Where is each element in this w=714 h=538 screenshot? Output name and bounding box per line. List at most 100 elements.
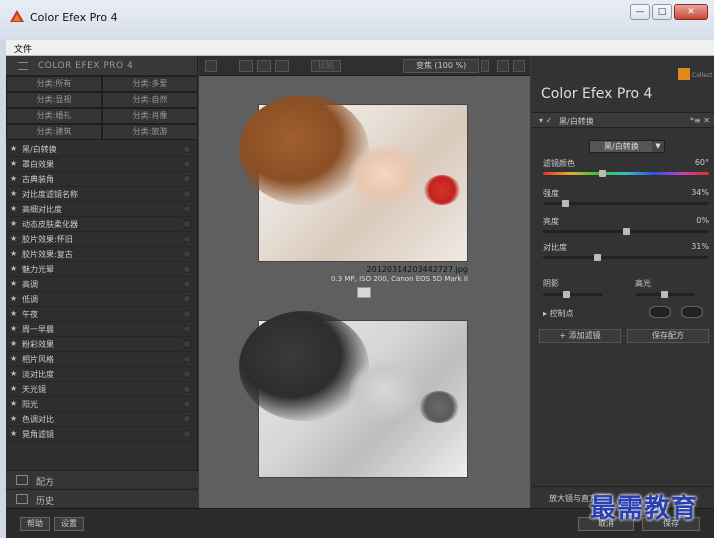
favorite-star-icon[interactable]: ★ [10, 234, 17, 243]
filter-preview-dot-icon[interactable] [183, 355, 191, 363]
favorite-star-icon[interactable]: ★ [10, 324, 17, 333]
filter-preview-dot-icon[interactable] [183, 175, 191, 183]
filter-preview-dot-icon[interactable] [183, 235, 191, 243]
minimize-button[interactable]: — [630, 4, 650, 20]
filter-preview-dot-icon[interactable] [183, 385, 191, 393]
filter-header[interactable]: ▾ ✓ 黑/白转换 *≡ ✕ [531, 112, 714, 128]
menu-file[interactable]: 文件 [14, 42, 32, 55]
filter-preview-dot-icon[interactable] [183, 340, 191, 348]
category-wedding[interactable]: 分类:婚礼 [6, 108, 102, 124]
compare-button[interactable]: 比较 [311, 60, 341, 72]
filter-item[interactable]: ★ 胶片效果:复古 [6, 247, 197, 262]
filter-preview-dot-icon[interactable] [183, 250, 191, 258]
favorite-star-icon[interactable]: ★ [10, 159, 17, 168]
maximize-button[interactable]: □ [652, 4, 672, 20]
filter-preview-dot-icon[interactable] [183, 280, 191, 288]
favorite-star-icon[interactable]: ★ [10, 414, 17, 423]
filter-preview-dot-icon[interactable] [183, 370, 191, 378]
category-visual[interactable]: 分类:显视 [6, 92, 102, 108]
param-slider[interactable] [543, 200, 709, 207]
favorite-star-icon[interactable]: ★ [10, 369, 17, 378]
remove-control-point-button[interactable] [681, 306, 703, 318]
filter-item[interactable]: ★ 罩白效果 [6, 157, 197, 172]
highlights-knob[interactable] [661, 291, 668, 298]
favorite-star-icon[interactable]: ★ [10, 144, 17, 153]
category-portrait[interactable]: 分类:肖像 [102, 108, 198, 124]
filter-item[interactable]: ★ 周一早晨 [6, 322, 197, 337]
history-section[interactable]: 历史 [6, 489, 198, 507]
param-slider-knob[interactable] [594, 254, 601, 261]
compare-toggle-icon[interactable] [357, 287, 371, 298]
param-slider[interactable] [543, 170, 709, 177]
param-slider-knob[interactable] [623, 228, 630, 235]
category-all[interactable]: 分类:所有 [6, 76, 102, 92]
filter-item[interactable]: ★ 午夜 [6, 307, 197, 322]
favorite-star-icon[interactable]: ★ [10, 384, 17, 393]
recipes-section[interactable]: 配方 [6, 470, 198, 488]
highlights-slider[interactable] [635, 291, 695, 298]
favorite-star-icon[interactable]: ★ [10, 189, 17, 198]
favorite-star-icon[interactable]: ★ [10, 249, 17, 258]
zoom-dropdown-icon[interactable] [481, 60, 489, 72]
param-slider-knob[interactable] [599, 170, 606, 177]
filter-item[interactable]: ★ 阳光 [6, 397, 197, 412]
param-slider[interactable] [543, 254, 709, 261]
control-points-row[interactable]: ▸ 控制点 [543, 308, 574, 319]
filter-preview-dot-icon[interactable] [183, 205, 191, 213]
filter-item[interactable]: ★ 对比度滤镜名称 [6, 187, 197, 202]
shadows-slider[interactable] [543, 291, 603, 298]
filter-item[interactable]: ★ 淡对比度 [6, 367, 197, 382]
favorite-star-icon[interactable]: ★ [10, 174, 17, 183]
filter-preview-dot-icon[interactable] [183, 160, 191, 168]
category-favorites[interactable]: 分类:多爱 [102, 76, 198, 92]
filter-preview-dot-icon[interactable] [183, 190, 191, 198]
save-recipe-button[interactable]: 保存配方 [627, 329, 709, 343]
add-control-point-button[interactable] [649, 306, 671, 318]
zoom-select[interactable]: 变焦 (100 %) [403, 59, 479, 73]
favorite-star-icon[interactable]: ★ [10, 294, 17, 303]
filter-collapse-check-icon[interactable]: ▾ ✓ [539, 116, 552, 125]
filter-preview-dot-icon[interactable] [183, 415, 191, 423]
filter-item[interactable]: ★ 高调 [6, 277, 197, 292]
category-architecture[interactable]: 分类:建筑 [6, 124, 102, 140]
browse-icon[interactable] [205, 60, 217, 72]
filter-item[interactable]: ★ 粉彩效果 [6, 337, 197, 352]
filter-item[interactable]: ★ 相片风格 [6, 352, 197, 367]
filter-preview-dot-icon[interactable] [183, 430, 191, 438]
param-slider-knob[interactable] [562, 200, 569, 207]
filter-item[interactable]: ★ 低调 [6, 292, 197, 307]
help-button[interactable]: 帮助 [20, 517, 50, 531]
favorite-star-icon[interactable]: ★ [10, 279, 17, 288]
filter-item[interactable]: ★ 动态皮肤柔化器 [6, 217, 197, 232]
filter-item[interactable]: ★ 晃角滤镜 [6, 427, 197, 442]
background-color-icon[interactable] [497, 60, 509, 72]
method-dropdown[interactable]: 黑/白转换 ▼ [589, 140, 665, 153]
favorite-star-icon[interactable]: ★ [10, 204, 17, 213]
filter-item[interactable]: ★ 色调对比 [6, 412, 197, 427]
category-travel[interactable]: 分类:旅游 [102, 124, 198, 140]
favorite-star-icon[interactable]: ★ [10, 429, 17, 438]
list-icon[interactable] [18, 62, 28, 70]
filter-item[interactable]: ★ 黑/白转换 [6, 142, 197, 157]
filter-menu-close-icon[interactable]: *≡ ✕ [690, 116, 710, 125]
filter-preview-dot-icon[interactable] [183, 310, 191, 318]
loupe-icon[interactable] [513, 60, 525, 72]
single-view-icon[interactable] [239, 60, 253, 72]
param-slider[interactable] [543, 228, 709, 235]
filter-item[interactable]: ★ 高细对比度 [6, 202, 197, 217]
favorite-star-icon[interactable]: ★ [10, 339, 17, 348]
filter-preview-dot-icon[interactable] [183, 145, 191, 153]
side-by-side-view-icon[interactable] [275, 60, 289, 72]
shadows-knob[interactable] [563, 291, 570, 298]
favorite-star-icon[interactable]: ★ [10, 309, 17, 318]
filter-preview-dot-icon[interactable] [183, 325, 191, 333]
add-filter-button[interactable]: + 添加滤镜 [539, 329, 621, 343]
category-nature[interactable]: 分类:自然 [102, 92, 198, 108]
filter-preview-dot-icon[interactable] [183, 400, 191, 408]
favorite-star-icon[interactable]: ★ [10, 219, 17, 228]
filter-item[interactable]: ★ 天光镜 [6, 382, 197, 397]
favorite-star-icon[interactable]: ★ [10, 399, 17, 408]
close-button[interactable]: ✕ [674, 4, 708, 20]
filter-preview-dot-icon[interactable] [183, 220, 191, 228]
favorite-star-icon[interactable]: ★ [10, 264, 17, 273]
